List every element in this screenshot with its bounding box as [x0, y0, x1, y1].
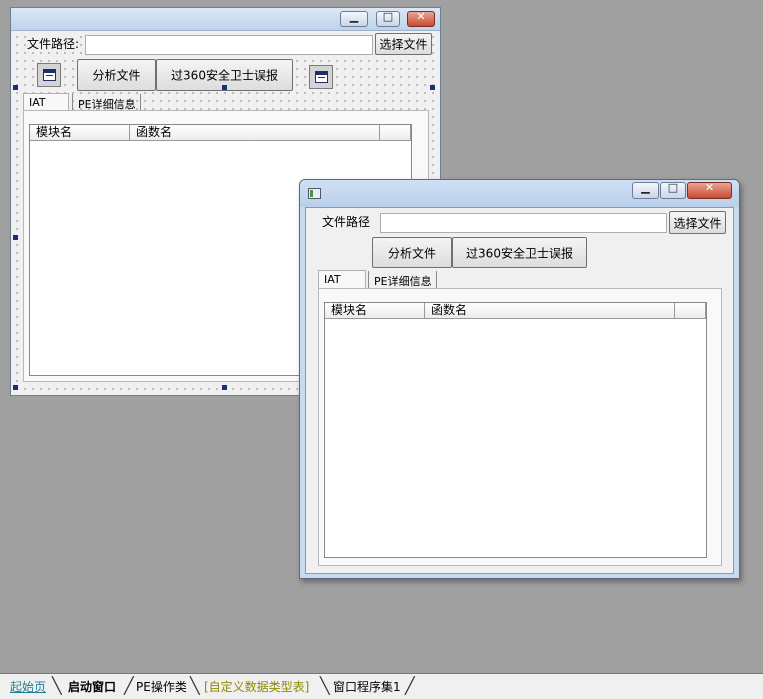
designer-choose-file-label: 选择文件 — [379, 37, 428, 52]
designer-column-module[interactable]: 模块名 — [30, 125, 130, 141]
runtime-choose-file-label: 选择文件 — [673, 216, 722, 230]
tab-separator-icon: ╲ — [320, 676, 330, 695]
designer-file-path-input[interactable] — [85, 35, 373, 55]
runtime-maximize-button[interactable]: □ — [660, 181, 686, 199]
runtime-choose-file-button[interactable]: 选择文件 — [669, 211, 726, 234]
tab-separator-icon: ╲ — [190, 676, 200, 695]
runtime-tab-iat[interactable]: IAT — [318, 270, 366, 288]
bottom-tab-pe-class[interactable]: PE操作类 ╲ — [136, 676, 200, 696]
selection-handle[interactable] — [13, 235, 18, 240]
bottom-tab-custom-types-label: [自定义数据类型表] — [204, 680, 310, 694]
runtime-iat-list[interactable]: 模块名 函数名 — [324, 302, 707, 558]
runtime-analyze-button[interactable]: 分析文件 — [372, 237, 452, 268]
runtime-analyze-label: 分析文件 — [387, 246, 436, 260]
designer-analyze-button[interactable]: 分析文件 — [77, 59, 156, 91]
runtime-bypass-label: 过360安全卫士误报 — [466, 246, 573, 260]
close-icon: ✕ — [704, 181, 715, 194]
maximize-icon: □ — [667, 181, 679, 194]
bottom-tab-startup-window-label: 启动窗口 — [68, 680, 117, 694]
designer-bypass-label: 过360安全卫士误报 — [171, 68, 278, 83]
designer-title-bar[interactable]: ▁ □ ✕ — [11, 8, 440, 31]
selection-handle[interactable] — [222, 85, 227, 90]
designer-tab-iat-label: IAT — [29, 96, 46, 109]
runtime-column-function[interactable]: 函数名 — [425, 303, 675, 319]
designer-close-button[interactable]: ✕ — [407, 10, 435, 27]
maximize-icon: □ — [382, 10, 394, 23]
window-component-icon — [315, 71, 328, 83]
runtime-minimize-button[interactable]: ▁ — [632, 181, 659, 199]
designer-analyze-label: 分析文件 — [92, 68, 141, 83]
designer-component-icon-right[interactable] — [309, 65, 333, 89]
runtime-bypass-button[interactable]: 过360安全卫士误报 — [452, 237, 587, 268]
minimize-icon: ▁ — [349, 10, 359, 23]
bottom-tab-start-page-label: 起始页 — [10, 680, 47, 694]
runtime-file-path-input[interactable] — [380, 213, 667, 233]
runtime-tab-iat-label: IAT — [324, 273, 341, 286]
runtime-title-bar[interactable]: ▁ □ ✕ — [300, 180, 739, 207]
runtime-window[interactable]: ▁ □ ✕ 文件路径 选择文件 分析文件 过360安全卫士误报 IAT PE详细… — [299, 179, 740, 579]
designer-choose-file-button[interactable]: 选择文件 — [375, 33, 432, 55]
app-icon — [308, 188, 321, 199]
close-icon: ✕ — [416, 10, 426, 23]
selection-handle[interactable] — [222, 385, 227, 390]
runtime-close-button[interactable]: ✕ — [687, 181, 732, 199]
runtime-client-area: 文件路径 选择文件 分析文件 过360安全卫士误报 IAT PE详细信息 模块名… — [305, 207, 734, 574]
tab-separator-icon: ╲ — [52, 676, 62, 695]
bottom-tab-pe-class-label: PE操作类 — [136, 680, 187, 694]
tab-separator-icon: ╱ — [405, 676, 415, 695]
tab-separator-icon: ╱ — [124, 676, 134, 695]
bottom-tab-strip: 起始页 ╲ 启动窗口 ╱ PE操作类 ╲ [自定义数据类型表] ╲ 窗口程序集1… — [0, 673, 763, 699]
designer-minimize-button[interactable]: ▁ — [340, 10, 368, 27]
minimize-icon: ▁ — [641, 181, 650, 194]
bottom-tab-custom-types[interactable]: [自定义数据类型表] ╲ — [204, 676, 330, 696]
bottom-tab-window-assembly[interactable]: 窗口程序集1 ╱ — [333, 676, 415, 696]
runtime-column-filler — [675, 303, 706, 319]
designer-tab-iat[interactable]: IAT — [23, 93, 69, 111]
runtime-tab-panel: 模块名 函数名 — [318, 288, 722, 566]
runtime-file-path-label: 文件路径 — [322, 213, 371, 230]
bottom-tab-start-page[interactable]: 起始页 ╲ — [10, 676, 62, 696]
window-component-icon — [43, 69, 56, 81]
runtime-tab-pe-details-label: PE详细信息 — [374, 275, 432, 288]
runtime-column-module[interactable]: 模块名 — [325, 303, 425, 319]
designer-file-path-label[interactable]: 文件路径: — [27, 35, 80, 52]
designer-maximize-button[interactable]: □ — [376, 10, 400, 27]
designer-component-icon-left[interactable] — [37, 63, 61, 87]
selection-handle[interactable] — [13, 385, 18, 390]
designer-column-filler — [380, 125, 411, 141]
bottom-tab-startup-window[interactable]: 启动窗口 ╱ — [68, 676, 134, 696]
selection-handle[interactable] — [13, 85, 18, 90]
bottom-tab-window-assembly-label: 窗口程序集1 — [333, 680, 401, 694]
selection-handle[interactable] — [430, 85, 435, 90]
designer-column-function[interactable]: 函数名 — [130, 125, 380, 141]
runtime-tab-pe-details[interactable]: PE详细信息 — [368, 271, 437, 289]
